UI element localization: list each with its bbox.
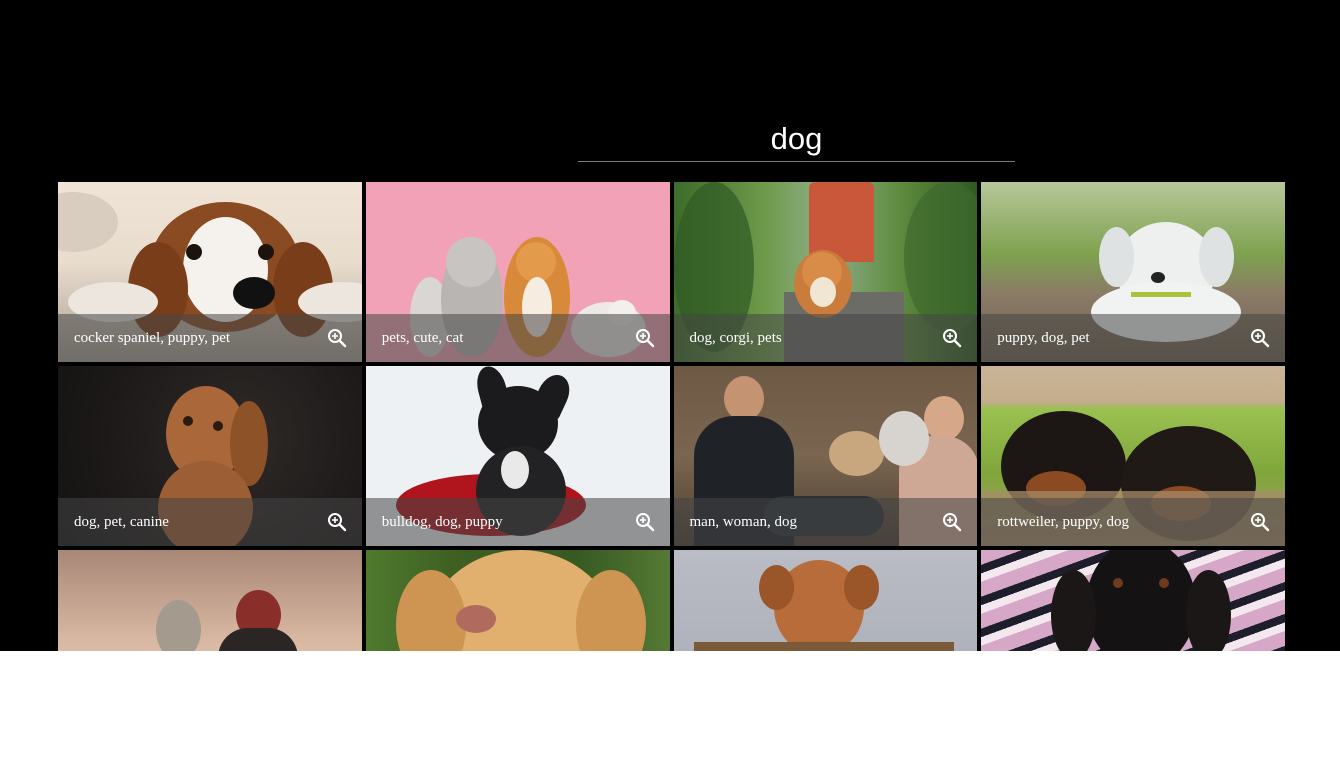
zoom-in-icon[interactable] bbox=[327, 328, 347, 348]
card-tags: dog, corgi, pets bbox=[689, 330, 782, 346]
image-card[interactable]: pets, cute, cat bbox=[365, 182, 670, 362]
image-card[interactable]: dog, corgi, pets bbox=[673, 182, 978, 362]
photo-golden-retriever bbox=[365, 550, 670, 651]
card-tags: man, woman, dog bbox=[689, 514, 797, 530]
zoom-in-icon[interactable] bbox=[327, 512, 347, 532]
image-card[interactable] bbox=[365, 550, 670, 651]
image-card[interactable]: cocker spaniel, puppy, pet bbox=[58, 182, 362, 362]
photo-dog-and-girl-sunset bbox=[58, 550, 362, 651]
zoom-in-icon[interactable] bbox=[635, 512, 655, 532]
zoom-in-icon[interactable] bbox=[942, 512, 962, 532]
image-card[interactable] bbox=[58, 550, 362, 651]
card-tags: dog, pet, canine bbox=[74, 514, 169, 530]
card-tags: cocker spaniel, puppy, pet bbox=[74, 330, 231, 346]
image-card[interactable]: man, woman, dog bbox=[673, 366, 978, 546]
image-card[interactable] bbox=[673, 550, 978, 651]
search-input[interactable] bbox=[578, 118, 1015, 160]
image-card[interactable] bbox=[981, 550, 1285, 651]
image-card[interactable]: puppy, dog, pet bbox=[981, 182, 1285, 362]
zoom-in-icon[interactable] bbox=[1250, 328, 1270, 348]
card-tags: pets, cute, cat bbox=[381, 330, 464, 346]
image-card[interactable]: rottweiler, puppy, dog bbox=[981, 366, 1285, 546]
image-search-app: cocker spaniel, puppy, pet pets, cute, c… bbox=[0, 0, 1340, 651]
zoom-in-icon[interactable] bbox=[635, 328, 655, 348]
image-card[interactable]: dog, pet, canine bbox=[58, 366, 362, 546]
card-tags: bulldog, dog, puppy bbox=[381, 514, 503, 530]
image-card[interactable]: bulldog, dog, puppy bbox=[365, 366, 670, 546]
photo-dachshund-puppy bbox=[981, 550, 1285, 651]
search-box bbox=[578, 118, 1015, 162]
card-tags: puppy, dog, pet bbox=[997, 330, 1090, 346]
zoom-in-icon[interactable] bbox=[1250, 512, 1270, 532]
zoom-in-icon[interactable] bbox=[942, 328, 962, 348]
card-tags: rottweiler, puppy, dog bbox=[997, 514, 1129, 530]
photo-mastiff-puppy bbox=[673, 550, 978, 651]
image-grid: cocker spaniel, puppy, pet pets, cute, c… bbox=[58, 182, 1285, 651]
